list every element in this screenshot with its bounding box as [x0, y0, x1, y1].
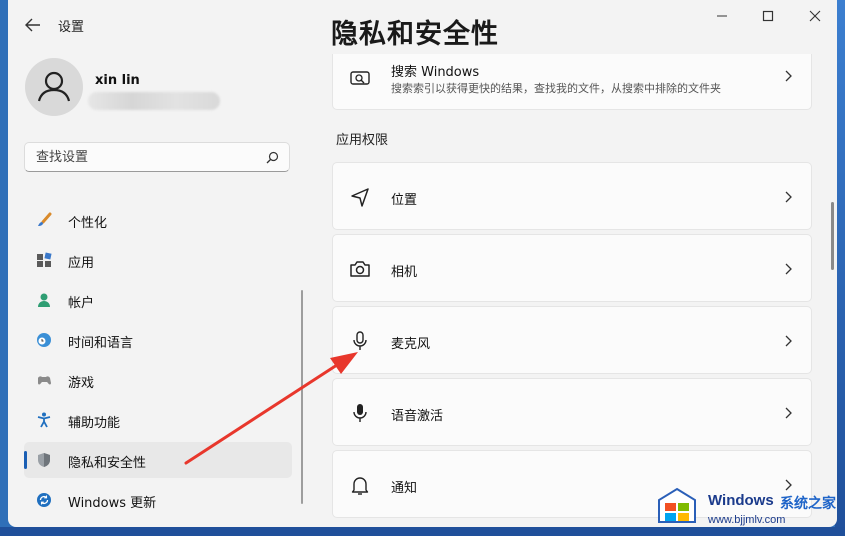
permission-label: 麦克风	[391, 337, 431, 352]
microphone-icon	[353, 331, 367, 350]
sidebar-item-time-language[interactable]: 时间和语言	[24, 322, 292, 358]
sidebar-item-label: 隐私和安全性	[68, 456, 147, 471]
gamepad-icon	[38, 376, 51, 385]
watermark: Windows 系统之家 www.bjjmlv.com	[650, 484, 840, 532]
chevron-right-icon	[785, 263, 792, 275]
permission-item-location[interactable]: 位置	[332, 162, 812, 230]
minimize-button[interactable]	[710, 8, 734, 28]
permission-label: 位置	[391, 193, 418, 208]
sidebar-item-label: Windows 更新	[68, 496, 157, 511]
sidebar-item-apps[interactable]: 应用	[24, 242, 292, 278]
watermark-url: www.bjjmlv.com	[708, 514, 786, 526]
permission-item-voice-activation[interactable]: 语音激活	[332, 378, 812, 446]
sidebar-item-label: 时间和语言	[68, 336, 134, 351]
chevron-right-icon	[785, 335, 792, 347]
search-windows-icon	[350, 71, 370, 85]
sidebar-item-label: 帐户	[68, 296, 95, 311]
paintbrush-icon	[38, 212, 52, 226]
sidebar-item-windows-update[interactable]: Windows 更新	[24, 482, 292, 518]
sidebar-item-accounts[interactable]: 帐户	[24, 282, 292, 318]
sidebar-item-gaming[interactable]: 游戏	[24, 362, 292, 398]
maximize-icon	[762, 10, 774, 22]
account-name: xin lin	[95, 73, 140, 88]
apps-icon	[37, 252, 52, 267]
close-icon	[809, 10, 821, 22]
camera-icon	[350, 261, 370, 277]
page-title: 隐私和安全性	[331, 19, 499, 50]
search-windows-card[interactable]: 搜索 Windows 搜索索引以获得更快的结果，查找我的文件，从搜索中排除的文件…	[332, 54, 812, 110]
globe-clock-icon	[37, 333, 51, 347]
shield-icon	[38, 453, 50, 467]
maximize-button[interactable]	[756, 8, 780, 28]
sidebar-item-label: 个性化	[68, 216, 108, 231]
main-scrollbar[interactable]	[831, 202, 834, 270]
minimize-icon	[717, 15, 727, 17]
watermark-title: Windows	[708, 492, 774, 509]
search-box[interactable]	[24, 142, 290, 172]
close-button[interactable]	[803, 8, 827, 28]
permission-item-microphone[interactable]: 麦克风	[332, 306, 812, 374]
watermark-title-cn: 系统之家	[780, 496, 836, 512]
sidebar-item-label: 游戏	[68, 376, 95, 391]
search-input[interactable]	[34, 149, 258, 166]
search-icon[interactable]	[266, 151, 279, 164]
card-subtitle: 搜索索引以获得更快的结果，查找我的文件，从搜索中排除的文件夹	[391, 82, 721, 95]
voice-activation-icon	[353, 404, 367, 422]
settings-window: 设置 隐私和安全性 xin lin 个性化	[8, 0, 837, 527]
back-arrow-icon[interactable]	[22, 14, 44, 36]
chevron-right-icon	[785, 70, 792, 82]
section-label: 应用权限	[336, 133, 389, 148]
sidebar-scrollbar[interactable]	[301, 290, 303, 504]
chevron-right-icon	[785, 407, 792, 419]
permission-item-camera[interactable]: 相机	[332, 234, 812, 302]
sidebar-item-privacy-security[interactable]: 隐私和安全性	[24, 442, 292, 478]
sidebar-item-label: 辅助功能	[68, 416, 121, 431]
update-icon	[37, 493, 51, 507]
windows-logo-icon	[658, 487, 696, 523]
account-email-blurred	[88, 92, 220, 110]
sidebar-item-label: 应用	[68, 256, 95, 271]
permission-label: 语音激活	[391, 409, 444, 424]
bell-icon	[351, 477, 369, 495]
app-title: 设置	[58, 20, 85, 35]
account-icon	[38, 293, 50, 307]
sidebar-item-personalization[interactable]: 个性化	[24, 202, 292, 238]
accessibility-icon	[37, 412, 51, 428]
chevron-right-icon	[785, 191, 792, 203]
avatar[interactable]	[25, 58, 83, 116]
permission-label: 相机	[391, 265, 418, 280]
sidebar-item-accessibility[interactable]: 辅助功能	[24, 402, 292, 438]
location-icon	[351, 188, 369, 207]
user-icon	[37, 71, 71, 102]
selection-indicator	[24, 451, 27, 469]
permission-label: 通知	[391, 481, 418, 496]
card-title: 搜索 Windows	[391, 65, 480, 80]
